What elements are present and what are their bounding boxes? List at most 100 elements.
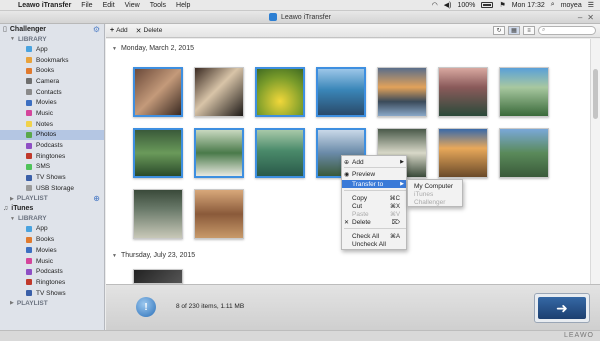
photo-thumbnail[interactable] — [499, 67, 549, 117]
brand-logo: LEAWO — [563, 332, 594, 339]
tv-shows-icon — [26, 174, 32, 181]
sidebar-item-usb-storage[interactable]: USB Storage — [0, 183, 104, 194]
photo-thumbnail[interactable] — [133, 269, 183, 284]
refresh-button[interactable]: ↻ — [493, 26, 505, 35]
ctx-add-label: Add — [352, 158, 364, 166]
itunes-library-group[interactable]: ▼ LIBRARY — [0, 214, 104, 224]
ctx-uncheck-all[interactable]: Uncheck All — [342, 240, 406, 248]
sidebar-item-camera[interactable]: Camera — [0, 76, 104, 87]
content-scrollbar[interactable] — [590, 39, 600, 284]
itunes-playlist-group-label: PLAYLIST — [16, 299, 48, 307]
itunes-item-podcasts[interactable]: Podcasts — [0, 266, 104, 277]
close-icon[interactable]: ✕ — [587, 13, 594, 22]
flag-icon[interactable]: ⚑ — [499, 1, 505, 9]
notes-icon — [26, 121, 32, 128]
ctx-delete[interactable]: ✕ Delete ⌦ — [342, 218, 406, 226]
add-button[interactable]: + Add — [110, 27, 128, 34]
photo-thumbnail[interactable] — [499, 128, 549, 178]
playlist-group[interactable]: ▶ PLAYLIST ⊕ — [0, 194, 104, 204]
grid-view-button[interactable]: ▦ — [508, 26, 520, 35]
sidebar-item-tv-shows[interactable]: TV Shows — [0, 172, 104, 183]
photo-thumbnail[interactable] — [194, 128, 244, 178]
itunes-item-app[interactable]: App — [0, 224, 104, 235]
menu-help[interactable]: Help — [171, 2, 195, 9]
photo-thumbnail[interactable] — [377, 67, 427, 117]
info-icon[interactable]: ! — [136, 297, 156, 317]
itunes-item-books[interactable]: Books — [0, 234, 104, 245]
wifi-icon[interactable]: ◠ — [432, 1, 438, 9]
photo-thumbnail[interactable] — [255, 67, 305, 117]
photo-thumbnail[interactable] — [255, 128, 305, 178]
ctx-copy[interactable]: Copy ⌘C — [342, 194, 406, 202]
photo-thumbnail[interactable] — [194, 189, 244, 239]
photo-thumbnail[interactable] — [133, 189, 183, 239]
search-icon[interactable]: ⌕ — [551, 1, 555, 9]
music-icon — [26, 110, 32, 117]
minimize-icon[interactable]: – — [578, 13, 582, 22]
ctx-check-all[interactable]: Check All ⌘A — [342, 232, 406, 240]
disclosure-down-icon[interactable]: ▼ — [10, 216, 15, 222]
menu-divider — [344, 228, 406, 229]
ringtones-icon — [26, 153, 32, 160]
ctx-preview[interactable]: ◉ Preview — [342, 170, 406, 178]
sidebar-item-sms[interactable]: SMS — [0, 162, 104, 173]
submenu-my-computer[interactable]: My Computer — [408, 182, 462, 190]
sidebar-item-app[interactable]: App — [0, 44, 104, 55]
disclosure-down-icon[interactable]: ▼ — [112, 253, 117, 259]
itunes-item-ringtones[interactable]: Ringtones — [0, 277, 104, 288]
disclosure-down-icon[interactable]: ▼ — [112, 46, 117, 52]
ctx-cut[interactable]: Cut ⌘X — [342, 202, 406, 210]
ctx-transfer-to[interactable]: Transfer to ▶ — [342, 180, 406, 188]
sidebar-item-photos[interactable]: Photos — [0, 129, 104, 141]
sidebar-item-ringtones[interactable]: Ringtones — [0, 151, 104, 162]
photo-thumbnail[interactable] — [133, 128, 183, 178]
sidebar-item-label: Books — [36, 236, 55, 244]
date-group-header[interactable]: ▼ Monday, March 2, 2015 — [112, 45, 194, 52]
sidebar-item-movies[interactable]: Movies — [0, 97, 104, 108]
itunes-item-music[interactable]: Music — [0, 256, 104, 267]
list-view-button[interactable]: ≡ — [523, 26, 535, 35]
menu-app-name[interactable]: Leawo iTransfer — [13, 2, 76, 9]
menu-file[interactable]: File — [76, 2, 97, 9]
battery-icon[interactable] — [481, 2, 494, 8]
sidebar-item-podcasts[interactable]: Podcasts — [0, 140, 104, 151]
disclosure-right-icon[interactable]: ▶ — [10, 196, 14, 202]
search-field[interactable]: ⌕ — [538, 26, 596, 35]
delete-button[interactable]: ✕ Delete — [136, 27, 163, 35]
clock[interactable]: Mon 17:32 — [512, 2, 545, 9]
scrollbar-thumb[interactable] — [593, 69, 598, 119]
volume-icon[interactable]: ◀) — [444, 1, 452, 9]
user-name[interactable]: moyea — [561, 2, 582, 9]
itunes-item-movies[interactable]: Movies — [0, 245, 104, 256]
device-challenger[interactable]: ▯ Challenger ⚙ — [0, 24, 104, 34]
window-controls: – ✕ — [578, 13, 594, 22]
photo-thumbnail[interactable] — [194, 67, 244, 117]
menu-view[interactable]: View — [120, 2, 145, 9]
photo-thumbnail[interactable] — [438, 128, 488, 178]
ctx-add[interactable]: ⊕ Add ▶ — [342, 158, 406, 166]
photo-thumbnail[interactable] — [133, 67, 183, 117]
sidebar-item-notes[interactable]: Notes — [0, 119, 104, 130]
itunes-item-tv-shows[interactable]: TV Shows — [0, 288, 104, 299]
disclosure-right-icon[interactable]: ▶ — [10, 300, 14, 306]
sidebar-item-bookmarks[interactable]: Bookmarks — [0, 55, 104, 66]
date-group-header[interactable]: ▼ Thursday, July 23, 2015 — [112, 252, 195, 259]
sidebar-item-music[interactable]: Music — [0, 108, 104, 119]
photo-thumbnail[interactable] — [316, 67, 366, 117]
sidebar-item-books[interactable]: Books — [0, 65, 104, 76]
menu-tools[interactable]: Tools — [145, 2, 171, 9]
menu-edit[interactable]: Edit — [98, 2, 120, 9]
photos-icon — [26, 131, 32, 138]
device-itunes[interactable]: ♫ iTunes — [0, 204, 104, 214]
list-icon[interactable]: ☰ — [588, 1, 594, 9]
music-icon — [26, 258, 32, 265]
photo-thumbnail[interactable] — [438, 67, 488, 117]
add-playlist-icon[interactable]: ⊕ — [93, 194, 100, 203]
sidebar-item-contacts[interactable]: Contacts — [0, 87, 104, 98]
sync-icon[interactable]: ⚙ — [93, 25, 100, 34]
bottom-strip: LEAWO — [0, 330, 600, 341]
disclosure-down-icon[interactable]: ▼ — [10, 36, 15, 42]
itunes-playlist-group[interactable]: ▶ PLAYLIST — [0, 298, 104, 308]
transfer-button[interactable]: ➜ — [534, 293, 590, 323]
library-group[interactable]: ▼ LIBRARY — [0, 34, 104, 44]
